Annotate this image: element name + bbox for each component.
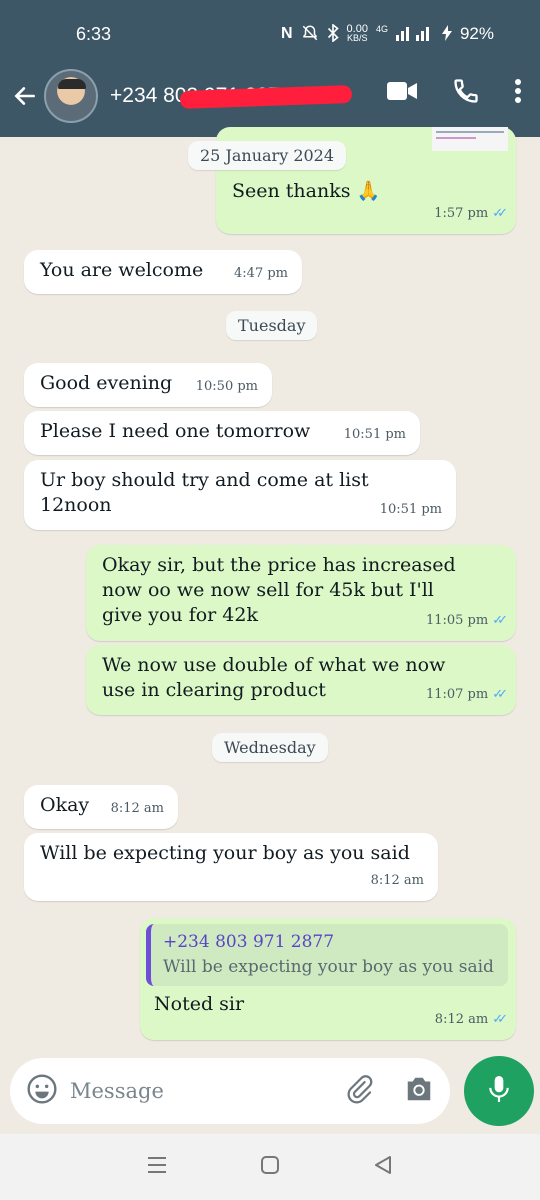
more-options-icon[interactable] <box>514 78 522 108</box>
message-text: Please I need one tomorrow <box>40 420 311 442</box>
message-meta: 11:07 pm ✓✓ <box>425 682 508 707</box>
message-time: 1:57 pm <box>434 206 489 221</box>
message-text: Noted sir <box>154 993 245 1015</box>
message-outgoing[interactable]: Okay sir, but the price has increased no… <box>86 545 516 641</box>
avatar[interactable] <box>44 69 98 123</box>
message-time: 4:47 pm <box>234 266 288 281</box>
message-incoming[interactable]: You are welcome 4:47 pm <box>24 250 302 294</box>
message-meta: 1:57 pm ✓✓ <box>434 201 508 226</box>
status-icons: N 0.00 KB/S 4G 92% <box>280 22 494 45</box>
date-separator: Tuesday <box>226 311 318 340</box>
message-incoming[interactable]: Please I need one tomorrow 10:51 pm <box>24 411 420 455</box>
message-incoming[interactable]: Okay 8:12 am <box>24 785 178 829</box>
bluetooth-icon <box>327 22 339 45</box>
read-ticks-icon: ✓✓ <box>492 613 508 628</box>
home-icon[interactable] <box>259 1154 281 1180</box>
message-text: We now use double of what we now use in … <box>102 654 446 701</box>
date-separator: Wednesday <box>212 733 328 762</box>
message-meta: 8:12 am ✓✓ <box>434 1007 508 1032</box>
message-incoming[interactable]: Ur boy should try and come at list 12noo… <box>24 460 456 530</box>
message-composer[interactable]: Message <box>10 1058 450 1124</box>
signal-icon <box>395 25 434 44</box>
data-speed: 0.00 KB/S <box>346 24 368 43</box>
network-type: 4G <box>375 24 388 34</box>
composer-actions <box>344 1074 434 1108</box>
message-time: 10:51 pm <box>343 427 406 442</box>
recent-apps-icon[interactable] <box>146 1155 168 1179</box>
quoted-message[interactable]: +234 803 971 2877 Will be expecting your… <box>146 924 508 986</box>
quoted-sender: +234 803 971 2877 <box>163 932 335 952</box>
message-time: 11:05 pm <box>425 613 489 628</box>
message-meta: 10:51 pm <box>380 497 442 522</box>
message-outgoing[interactable]: We now use double of what we now use in … <box>86 645 516 715</box>
read-ticks-icon: ✓✓ <box>492 206 508 221</box>
read-ticks-icon: ✓✓ <box>492 687 508 702</box>
message-text: Okay sir, but the price has increased no… <box>102 554 456 626</box>
message-time: 10:51 pm <box>379 502 442 517</box>
message-meta: 4:47 pm <box>234 261 288 286</box>
message-time: 8:12 am <box>370 873 424 888</box>
system-nav-bar <box>0 1134 540 1200</box>
contact-name-area[interactable]: +234 803 971 2877 <box>110 84 353 109</box>
date-separator: 25 January 2024 <box>188 141 347 170</box>
voice-record-button[interactable] <box>464 1056 534 1126</box>
message-incoming[interactable]: Will be expecting your boy as you said 8… <box>24 833 438 901</box>
message-meta: 10:50 pm <box>196 374 258 399</box>
voice-call-icon[interactable] <box>452 77 480 109</box>
microphone-icon <box>486 1073 512 1109</box>
message-outgoing-reply[interactable]: +234 803 971 2877 Will be expecting your… <box>140 918 516 1040</box>
back-arrow-icon[interactable] <box>8 79 42 113</box>
data-speed-unit: KB/S <box>346 33 368 43</box>
image-thumbnail[interactable] <box>432 127 508 151</box>
nfc-icon: N <box>280 25 293 42</box>
message-meta: 8:12 am <box>111 796 164 821</box>
read-ticks-icon: ✓✓ <box>492 1012 508 1027</box>
camera-icon[interactable] <box>404 1075 434 1107</box>
quoted-text: Will be expecting your boy as you said <box>163 957 494 977</box>
message-meta: 10:51 pm <box>344 422 406 447</box>
message-time: 8:12 am <box>434 1012 489 1027</box>
message-text: Will be expecting your boy as you said <box>40 842 410 864</box>
message-text: Seen thanks 🙏 <box>232 180 381 202</box>
message-text: Good evening <box>40 372 173 394</box>
message-time: 11:07 pm <box>425 687 489 702</box>
message-meta: 11:05 pm ✓✓ <box>425 608 508 633</box>
back-nav-icon[interactable] <box>372 1154 394 1180</box>
message-time: 8:12 am <box>110 801 164 816</box>
message-meta: 8:12 am <box>371 868 424 893</box>
chat-area[interactable]: Seen thanks 🙏 1:57 pm ✓✓ 25 January 2024… <box>0 127 540 1057</box>
message-text: You are welcome <box>40 259 204 281</box>
message-incoming[interactable]: Good evening 10:50 pm <box>24 363 272 407</box>
status-time: 6:33 <box>76 23 112 44</box>
message-time: 10:50 pm <box>195 379 258 394</box>
header-actions <box>386 77 522 109</box>
message-input[interactable]: Message <box>70 1079 344 1103</box>
battery-level: 92% <box>459 24 494 43</box>
video-call-icon[interactable] <box>386 80 418 106</box>
message-text: Okay <box>40 794 90 816</box>
mute-bell-icon <box>301 24 319 45</box>
emoji-icon[interactable] <box>26 1073 58 1109</box>
chat-header: +234 803 971 2877 <box>0 55 540 137</box>
message-text: Ur boy should try and come at list 12noo… <box>40 469 369 516</box>
charging-icon <box>441 24 452 44</box>
attach-icon[interactable] <box>344 1074 374 1108</box>
